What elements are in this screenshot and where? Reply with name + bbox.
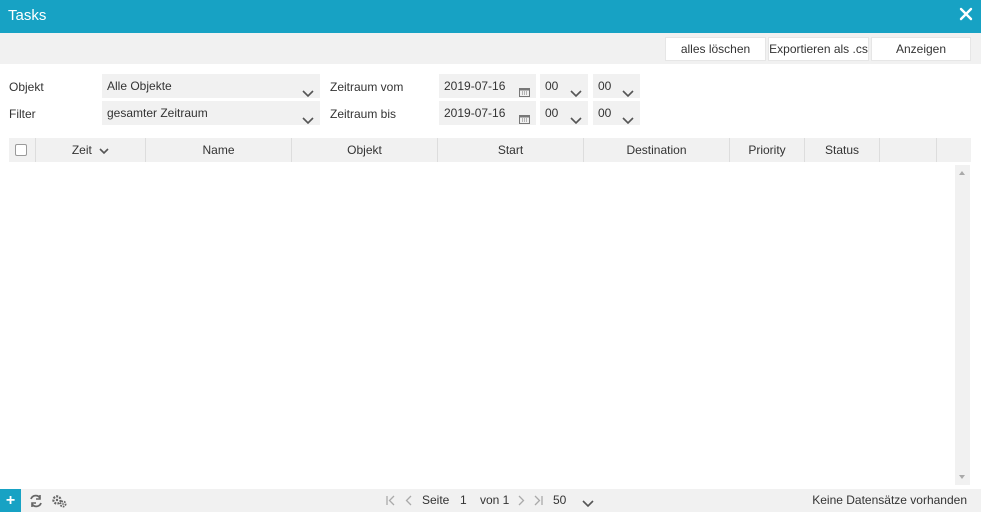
column-header-status[interactable]: Status bbox=[804, 138, 879, 162]
empty-message: Keine Datensätze vorhanden bbox=[812, 493, 967, 507]
page-size-value[interactable]: 50 bbox=[553, 489, 566, 512]
chevron-down-icon bbox=[302, 109, 314, 125]
column-header-destination[interactable]: Destination bbox=[583, 138, 729, 162]
object-select[interactable]: Alle Objekte bbox=[102, 74, 320, 98]
select-all-cell bbox=[9, 138, 35, 162]
column-label: Zeit bbox=[71, 143, 92, 157]
page-count: von 1 bbox=[480, 493, 510, 507]
column-header-blank bbox=[879, 138, 936, 162]
last-page-icon[interactable] bbox=[533, 495, 543, 506]
scroll-down-icon[interactable] bbox=[959, 475, 965, 479]
from-date-field[interactable]: 2019-07-16 bbox=[439, 74, 536, 98]
export-csv-button[interactable]: Exportieren als .cs bbox=[768, 37, 869, 61]
column-header-priority[interactable]: Priority bbox=[729, 138, 804, 162]
filter-select-value: gesamter Zeitraum bbox=[107, 106, 208, 120]
from-hour-select[interactable]: 00 bbox=[540, 74, 588, 98]
to-date-value: 2019-07-16 bbox=[444, 106, 506, 120]
column-header-start[interactable]: Start bbox=[437, 138, 583, 162]
to-minute-select[interactable]: 00 bbox=[593, 101, 640, 125]
page-label: Seite bbox=[422, 493, 450, 507]
chevron-down-icon bbox=[570, 109, 582, 125]
status-bar: + Seite 1 von 1 50 Keine Datensätze vorh… bbox=[0, 489, 981, 512]
chevron-down-icon bbox=[570, 82, 582, 98]
sort-desc-icon bbox=[99, 139, 109, 163]
plus-icon: + bbox=[5, 492, 16, 509]
refresh-icon[interactable] bbox=[29, 494, 43, 508]
from-hour-value: 00 bbox=[545, 79, 559, 93]
filter-label: Filter bbox=[9, 107, 36, 121]
toolbar: alles löschen Exportieren als .cs Anzeig… bbox=[0, 33, 981, 64]
next-page-icon[interactable] bbox=[516, 495, 526, 506]
to-date-field[interactable]: 2019-07-16 bbox=[439, 101, 536, 125]
first-page-icon[interactable] bbox=[386, 495, 396, 506]
column-header-name[interactable]: Name bbox=[145, 138, 291, 162]
from-minute-select[interactable]: 00 bbox=[593, 74, 640, 98]
chevron-down-icon bbox=[622, 109, 634, 125]
column-header-blank bbox=[936, 138, 971, 162]
title-bar: Tasks bbox=[0, 0, 981, 33]
close-icon[interactable] bbox=[959, 7, 973, 21]
to-minute-value: 00 bbox=[598, 106, 612, 120]
to-hour-value: 00 bbox=[545, 106, 559, 120]
scroll-up-icon[interactable] bbox=[959, 171, 965, 175]
from-date-value: 2019-07-16 bbox=[444, 79, 506, 93]
from-label: Zeitraum vom bbox=[330, 80, 404, 94]
settings-gears-icon[interactable] bbox=[52, 494, 67, 508]
chevron-down-icon bbox=[302, 82, 314, 98]
clear-all-button[interactable]: alles löschen bbox=[665, 37, 766, 61]
add-button[interactable]: + bbox=[0, 489, 21, 512]
to-hour-select[interactable]: 00 bbox=[540, 101, 588, 125]
window-title: Tasks bbox=[8, 7, 47, 24]
chevron-down-icon[interactable] bbox=[582, 497, 594, 508]
from-minute-value: 00 bbox=[598, 79, 612, 93]
show-button[interactable]: Anzeigen bbox=[871, 37, 971, 61]
column-header-zeit[interactable]: Zeit bbox=[35, 138, 145, 162]
grid-header: Zeit Name Objekt Start Destination Prior… bbox=[9, 138, 971, 162]
to-label: Zeitraum bis bbox=[330, 107, 397, 121]
page-number-input[interactable]: 1 bbox=[460, 489, 467, 512]
calendar-icon[interactable] bbox=[519, 108, 530, 124]
select-all-checkbox[interactable] bbox=[15, 144, 27, 156]
prev-page-icon[interactable] bbox=[404, 495, 414, 506]
calendar-icon[interactable] bbox=[519, 81, 530, 97]
filter-select[interactable]: gesamter Zeitraum bbox=[102, 101, 320, 125]
vertical-scrollbar[interactable] bbox=[955, 165, 970, 485]
object-select-value: Alle Objekte bbox=[107, 79, 172, 93]
object-label: Objekt bbox=[9, 80, 44, 94]
column-header-objekt[interactable]: Objekt bbox=[291, 138, 437, 162]
chevron-down-icon bbox=[622, 82, 634, 98]
